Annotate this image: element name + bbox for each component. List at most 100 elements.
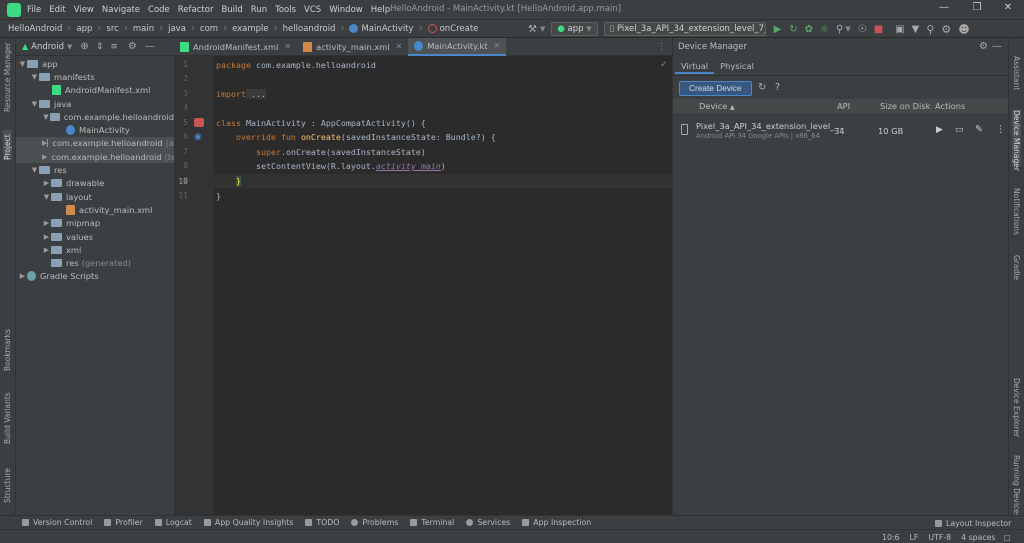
tree-item-mainactivity[interactable]: MainActivity: [16, 123, 174, 136]
menu-file[interactable]: File: [27, 5, 41, 15]
breadcrumb-com[interactable]: com: [200, 24, 218, 34]
menu-code[interactable]: Code: [148, 5, 170, 15]
breadcrumb-java[interactable]: java: [168, 24, 186, 34]
breadcrumb-example[interactable]: example: [232, 24, 269, 34]
profile-icon[interactable]: ☼: [820, 24, 829, 35]
sdk-manager-icon[interactable]: ▼: [912, 24, 920, 35]
tree-item-res-generated[interactable]: res (generated): [16, 256, 174, 269]
logcat-tab[interactable]: Logcat: [154, 518, 192, 527]
hide-panel-icon[interactable]: —: [992, 41, 1002, 52]
tree-item-package-test[interactable]: ▶ com.example.helloandroid (te: [16, 150, 176, 164]
gear-icon[interactable]: ⚙: [128, 41, 137, 52]
column-size[interactable]: Size on Disk: [880, 101, 930, 111]
menu-vcs[interactable]: VCS: [304, 5, 321, 15]
breadcrumb-main[interactable]: main: [133, 24, 154, 34]
chevron-right-icon[interactable]: ▶: [42, 153, 47, 161]
tree-item-mipmap[interactable]: ▶ mipmap: [16, 217, 174, 230]
tree-item-layout[interactable]: ▼ layout: [16, 190, 174, 203]
running-devices-tab[interactable]: Running Devices: [1012, 455, 1021, 518]
tree-item-drawable[interactable]: ▶ drawable: [16, 177, 174, 190]
tab-physical[interactable]: Physical: [714, 58, 760, 74]
layout-inspector-tab[interactable]: Layout Inspector: [935, 519, 1011, 528]
run-config-dropdown[interactable]: ● app ▼: [551, 22, 598, 36]
tab-activity-main[interactable]: activity_main.xml ✕: [297, 38, 408, 56]
device-mirroring-icon[interactable]: ▣: [895, 24, 904, 35]
close-icon[interactable]: ✕: [494, 41, 501, 50]
terminal-tab[interactable]: Terminal: [410, 518, 454, 527]
structure-tab[interactable]: Structure: [3, 463, 12, 503]
notifications-tab[interactable]: Notifications: [1012, 188, 1021, 235]
chevron-down-icon[interactable]: ▼: [30, 73, 39, 81]
tree-item-package-androidtest[interactable]: ▶ com.example.helloandroid (a: [16, 136, 174, 151]
tree-item-manifests[interactable]: ▼ manifests: [16, 70, 174, 83]
chevron-down-icon[interactable]: ▼: [67, 43, 72, 51]
folder-icon[interactable]: ▭: [955, 125, 964, 135]
collapsed-imports[interactable]: ...: [245, 89, 266, 99]
menu-edit[interactable]: Edit: [49, 5, 65, 15]
debug-icon[interactable]: ✿: [805, 24, 813, 35]
launch-device-icon[interactable]: ▶: [936, 125, 943, 135]
menu-tools[interactable]: Tools: [275, 5, 296, 15]
gradle-tab[interactable]: Gradle: [1012, 255, 1021, 285]
problems-tab[interactable]: Problems: [351, 518, 398, 527]
caret-position[interactable]: 10:6: [882, 533, 900, 542]
tab-androidmanifest[interactable]: AndroidManifest.xml ✕: [174, 38, 297, 56]
locate-icon[interactable]: ⊕: [80, 41, 88, 52]
menu-run[interactable]: Run: [251, 5, 267, 15]
expand-all-icon[interactable]: ⇕: [96, 42, 104, 52]
breadcrumb-app[interactable]: app: [76, 24, 92, 34]
chevron-right-icon[interactable]: ▶: [18, 272, 27, 280]
lock-icon[interactable]: □: [1003, 533, 1010, 542]
file-encoding[interactable]: UTF-8: [928, 533, 951, 542]
menu-window[interactable]: Window: [329, 5, 363, 15]
version-control-tab[interactable]: Version Control: [22, 518, 92, 527]
more-vertical-icon[interactable]: ⋮: [996, 124, 1006, 135]
menu-navigate[interactable]: Navigate: [102, 5, 140, 15]
device-row[interactable]: Pixel_3a_API_34_extension_level_... Andr…: [673, 116, 1009, 146]
override-gutter-icon[interactable]: ◉: [194, 132, 202, 142]
close-icon[interactable]: ✕: [284, 42, 291, 51]
breadcrumb-mainactivity[interactable]: MainActivity: [361, 24, 413, 34]
services-tab[interactable]: Services: [466, 518, 510, 527]
tree-item-androidmanifest[interactable]: AndroidManifest.xml: [16, 84, 174, 97]
apply-changes-icon[interactable]: ↻: [789, 24, 797, 35]
help-icon[interactable]: ?: [775, 82, 780, 93]
menu-refactor[interactable]: Refactor: [178, 5, 214, 15]
breadcrumb-helloandroid[interactable]: helloandroid: [283, 24, 336, 34]
tree-item-res[interactable]: ▼ res: [16, 163, 174, 176]
menu-view[interactable]: View: [74, 5, 94, 15]
search-icon[interactable]: ⚲: [926, 23, 934, 36]
close-window-button[interactable]: ✕: [1001, 2, 1015, 16]
tree-item-gradle-scripts[interactable]: ▶ Gradle Scripts: [16, 270, 174, 283]
run-icon[interactable]: ▶: [774, 24, 782, 35]
column-api[interactable]: API: [837, 101, 850, 111]
indent-setting[interactable]: 4 spaces: [961, 533, 995, 542]
breadcrumb-src[interactable]: src: [106, 24, 118, 34]
create-device-button[interactable]: Create Device: [679, 81, 752, 96]
project-tab[interactable]: Project: [3, 130, 12, 160]
tab-mainactivity[interactable]: MainActivity.kt ✕: [408, 37, 507, 56]
tree-item-app[interactable]: ▼ app: [16, 57, 174, 70]
maximize-button[interactable]: ❐: [970, 2, 984, 16]
tree-item-package-main[interactable]: ▼ com.example.helloandroid: [16, 110, 174, 123]
resource-manager-tab[interactable]: Resource Manager: [3, 42, 12, 112]
tree-item-values[interactable]: ▶ values: [16, 230, 174, 243]
chevron-down-icon[interactable]: ▼: [540, 25, 545, 33]
refresh-icon[interactable]: ↻: [758, 82, 766, 93]
tab-virtual[interactable]: Virtual: [675, 58, 715, 74]
chevron-right-icon[interactable]: ▶: [42, 246, 51, 254]
column-actions[interactable]: Actions: [935, 101, 965, 111]
attach-debugger-icon[interactable]: ⚲: [836, 24, 843, 35]
menu-build[interactable]: Build: [221, 5, 242, 15]
project-view-selector[interactable]: Android: [31, 42, 64, 52]
column-device[interactable]: Device ▲: [699, 101, 735, 111]
collapse-all-icon[interactable]: ≡: [110, 42, 118, 52]
close-icon[interactable]: ✕: [396, 42, 403, 51]
tree-item-java[interactable]: ▼ java: [16, 97, 174, 110]
chevron-down-icon[interactable]: ▼: [30, 166, 39, 174]
chevron-right-icon[interactable]: ▶: [42, 233, 51, 241]
chevron-right-icon[interactable]: ▶: [42, 179, 51, 187]
edit-pencil-icon[interactable]: ✎: [975, 124, 983, 135]
more-vertical-icon[interactable]: ⋮: [657, 42, 666, 52]
chevron-down-icon[interactable]: ▼: [18, 60, 27, 68]
